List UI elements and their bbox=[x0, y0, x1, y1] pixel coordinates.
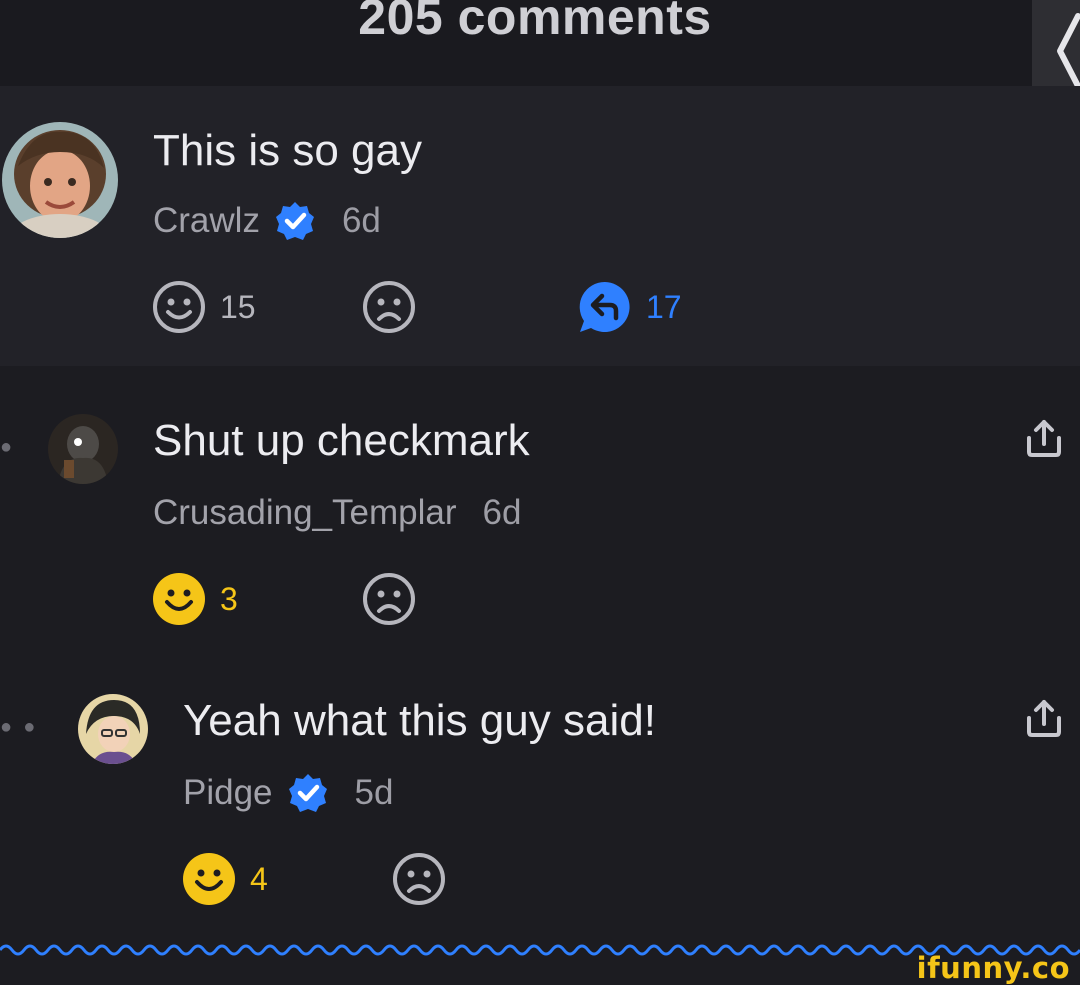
share-icon bbox=[1027, 420, 1061, 457]
comments-header: 205 comments bbox=[0, 0, 1080, 86]
reply-count: 17 bbox=[646, 288, 682, 325]
verified-badge-icon bbox=[274, 200, 316, 242]
author-name[interactable]: Crawlz bbox=[153, 201, 260, 241]
avatar[interactable] bbox=[48, 414, 118, 484]
comment-item: ● ● Yeah what this guy said! Pidge 5d 4 bbox=[0, 666, 1080, 936]
smile-filled-icon bbox=[153, 573, 205, 625]
unsmile-button[interactable] bbox=[392, 852, 446, 906]
comment-meta: Crusading_Templar 6d bbox=[153, 488, 521, 538]
smile-button[interactable]: 3 bbox=[152, 572, 238, 626]
frown-icon bbox=[363, 573, 415, 625]
smile-count: 4 bbox=[250, 860, 268, 897]
avatar[interactable] bbox=[2, 122, 118, 238]
unsmile-button[interactable] bbox=[362, 572, 416, 626]
avatar[interactable] bbox=[78, 694, 148, 764]
smile-icon bbox=[153, 281, 205, 333]
watermark-logo: ifunny.co bbox=[916, 951, 1070, 985]
reply-bubble-icon bbox=[579, 281, 630, 332]
replies-button[interactable]: 17 bbox=[578, 280, 682, 334]
smile-count: 15 bbox=[220, 288, 256, 325]
comment-text: Yeah what this guy said! bbox=[183, 696, 656, 745]
thread-depth-indicator: ● ● bbox=[0, 716, 36, 738]
comment-text: Shut up checkmark bbox=[153, 416, 530, 465]
chevron-left-icon bbox=[1057, 13, 1080, 89]
unsmile-button[interactable] bbox=[362, 280, 416, 334]
frown-icon bbox=[393, 853, 445, 905]
comment-meta: Pidge 5d bbox=[183, 768, 393, 818]
share-button[interactable] bbox=[1024, 418, 1064, 463]
smile-button[interactable]: 15 bbox=[152, 280, 256, 334]
comment-age: 6d bbox=[341, 201, 381, 240]
share-button[interactable] bbox=[1024, 698, 1064, 743]
comment-item: ● Shut up checkmark Crusading_Templar 6d… bbox=[0, 366, 1080, 666]
comment-meta: Crawlz 6d bbox=[153, 196, 381, 246]
frown-icon bbox=[363, 281, 415, 333]
comments-count-title: 205 comments bbox=[358, 0, 712, 45]
comment-text: This is so gay bbox=[153, 126, 422, 175]
verified-badge-icon bbox=[287, 772, 329, 814]
comment-age: 6d bbox=[482, 493, 522, 532]
smile-count: 3 bbox=[220, 580, 238, 617]
comment-item: This is so gay Crawlz 6d 15 17 bbox=[0, 86, 1080, 366]
comment-age: 5d bbox=[354, 773, 394, 812]
smile-button[interactable]: 4 bbox=[182, 852, 268, 906]
smile-filled-icon bbox=[183, 853, 235, 905]
author-name[interactable]: Pidge bbox=[183, 773, 273, 813]
author-name[interactable]: Crusading_Templar bbox=[153, 493, 456, 533]
thread-depth-indicator: ● bbox=[0, 436, 13, 458]
share-icon bbox=[1027, 700, 1061, 737]
